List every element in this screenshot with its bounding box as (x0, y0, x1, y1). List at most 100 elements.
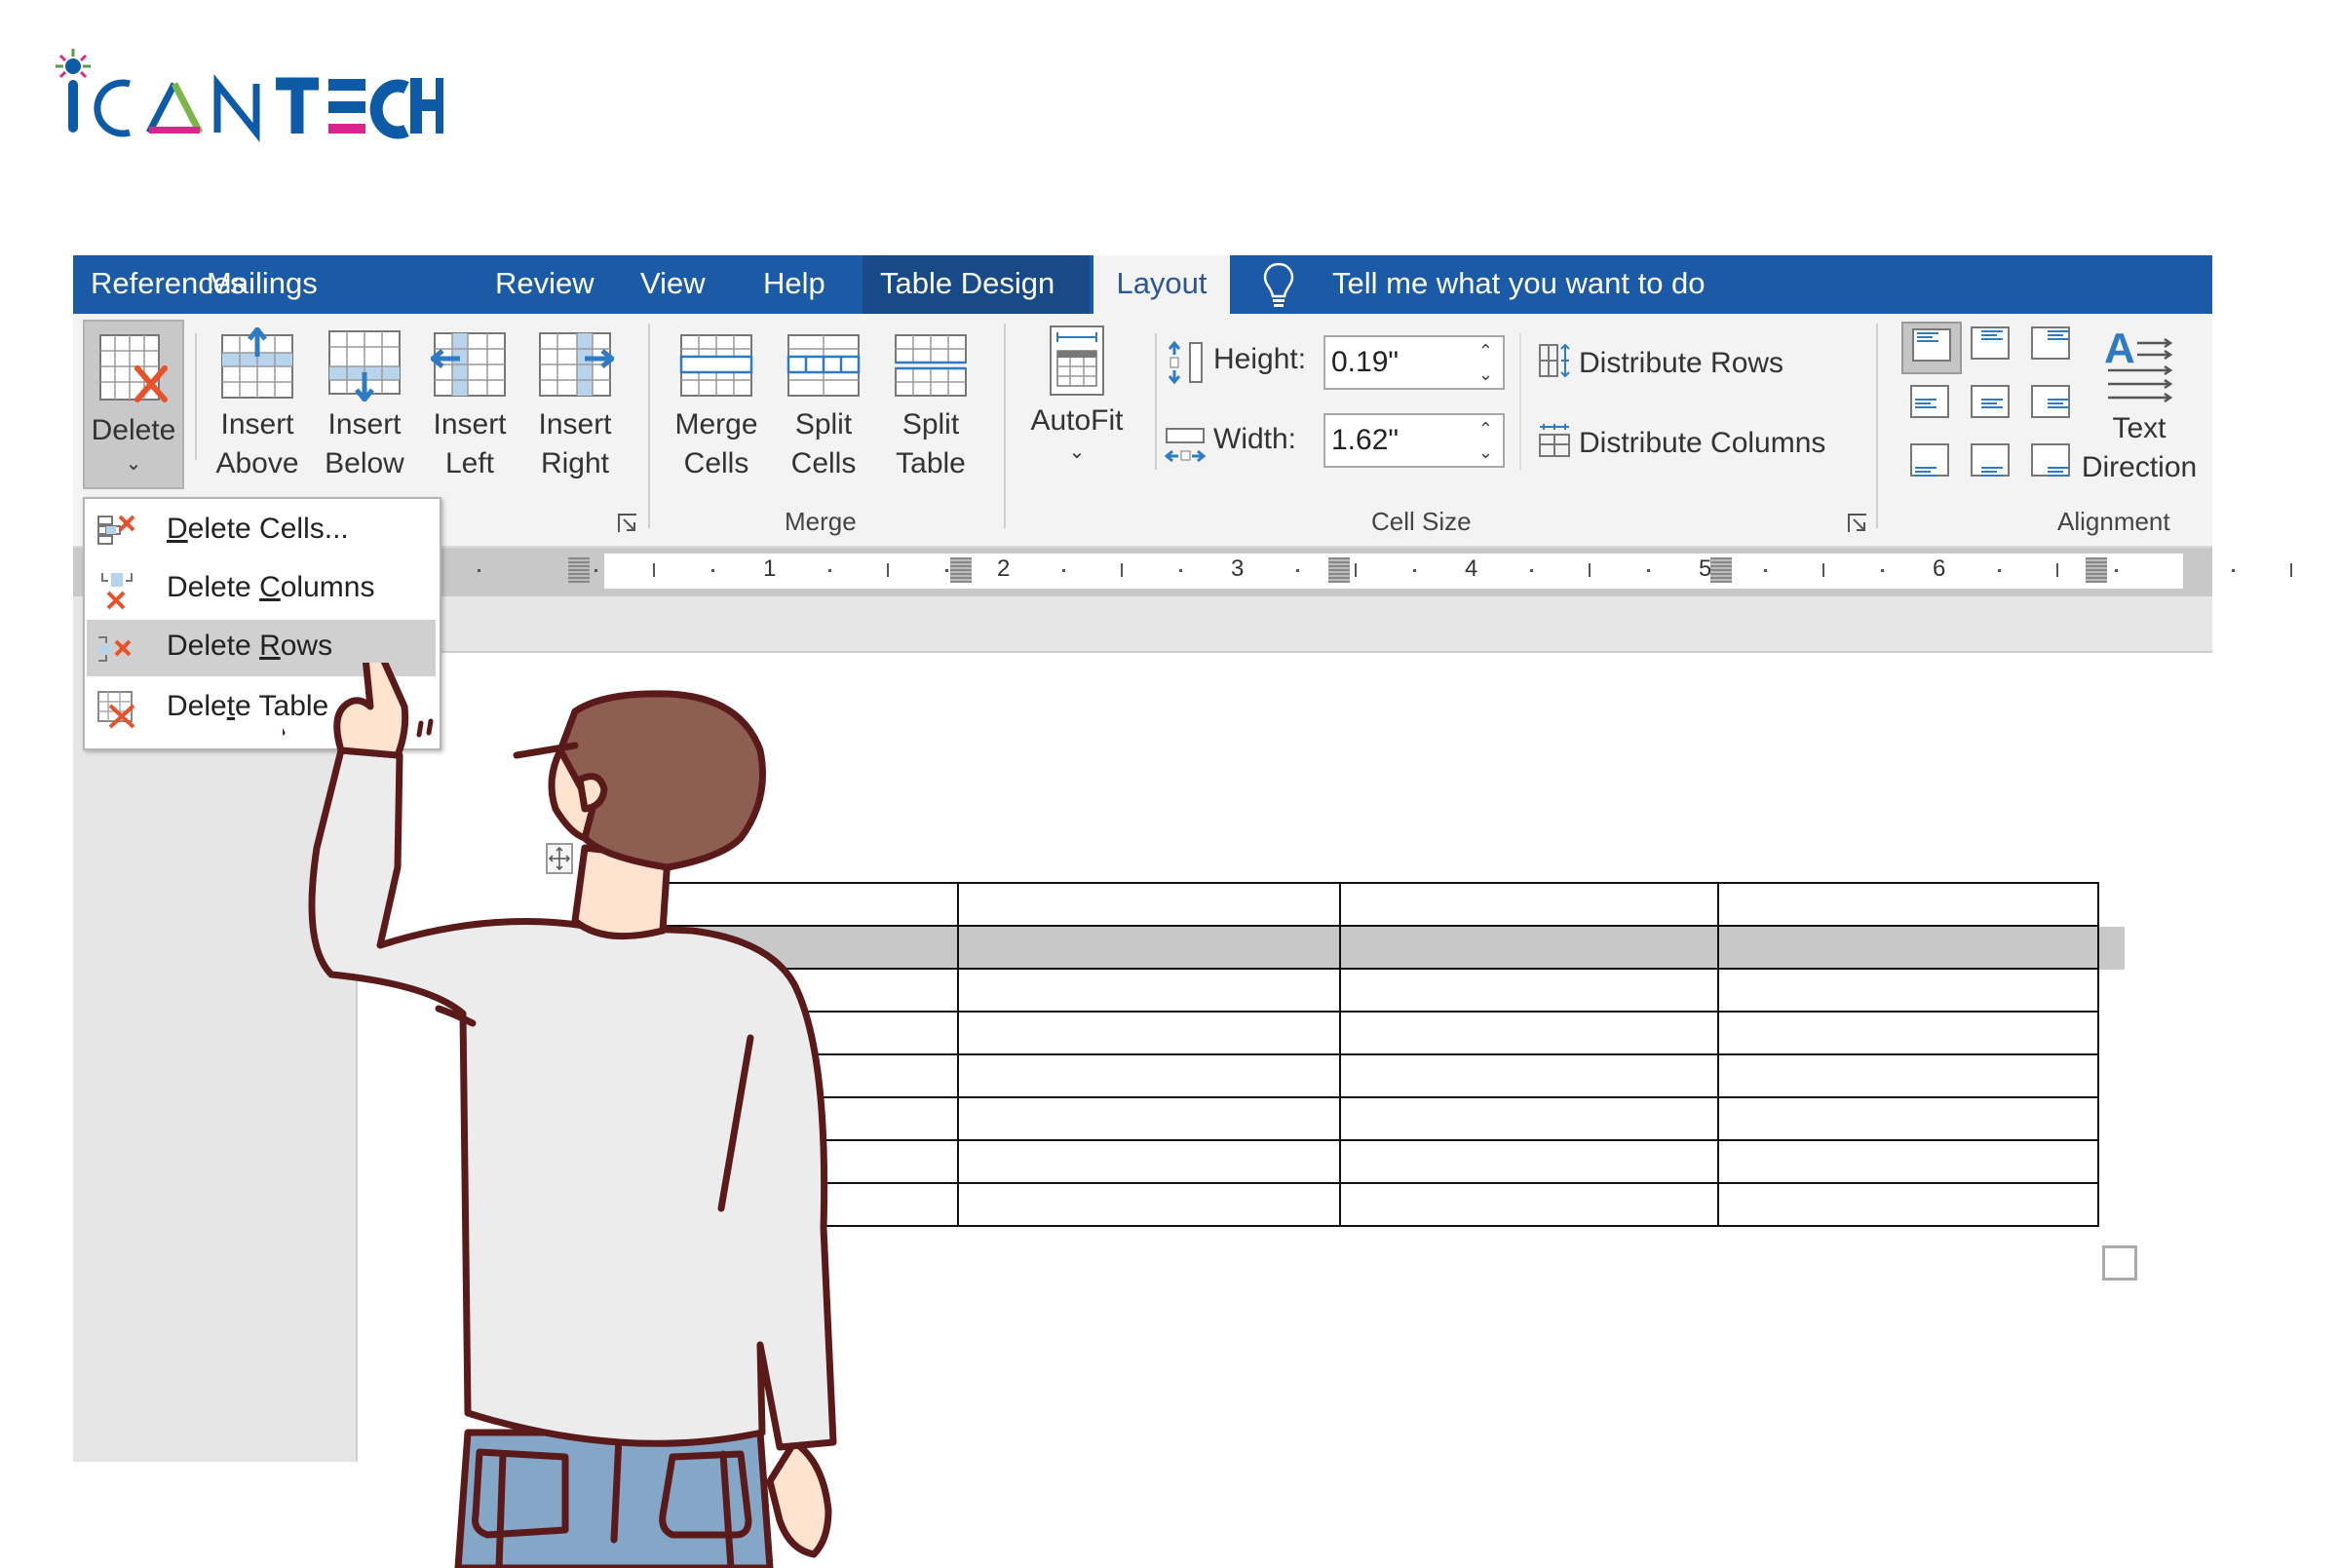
chevron-down-icon: ⌄ (1068, 441, 1086, 463)
align-bottom-left-button[interactable] (1901, 439, 1962, 491)
ruler-number: 4 (1465, 555, 1478, 582)
table-cell[interactable] (1339, 925, 1719, 970)
insert-right-button[interactable]: Insert Right (527, 327, 623, 483)
table-cell[interactable] (1339, 1096, 1719, 1141)
chevron-down-icon: ⌄ (125, 453, 142, 475)
distribute-rows-button[interactable]: Distribute Rows (1538, 343, 1783, 380)
ruler-number: 2 (997, 555, 1011, 582)
column-marker[interactable] (2086, 557, 2107, 583)
lightbulb-icon (1263, 262, 1294, 307)
insert-right-label-1: Insert (538, 408, 612, 440)
autofit-button[interactable]: AutoFit ⌄ (1023, 324, 1131, 464)
merge-cells-button[interactable]: Merge Cells (668, 327, 765, 483)
table-cell[interactable] (1339, 1139, 1719, 1184)
table-cell[interactable] (1717, 1096, 2099, 1141)
person-pointing-illustration (283, 663, 837, 1568)
table-cell[interactable] (1339, 968, 1719, 1013)
table-cell[interactable] (957, 1182, 1341, 1227)
tab-mailings[interactable]: Mailings (189, 255, 335, 314)
align-top-center-icon (1971, 326, 2010, 360)
split-table-button[interactable]: Split Table (882, 327, 979, 483)
height-value: 0.19" (1331, 346, 1400, 378)
menu-item-delete-columns[interactable]: Delete Columns (87, 561, 436, 618)
tab-view[interactable]: View (623, 255, 723, 314)
column-marker[interactable] (1710, 557, 1732, 583)
distribute-columns-label: Distribute Columns (1579, 427, 1826, 459)
spin-up-icon[interactable]: ⌃ (1478, 417, 1493, 440)
ruler-tick (1589, 563, 1591, 577)
table-cell[interactable] (1717, 1053, 2099, 1098)
align-middle-center-icon (1971, 385, 2010, 418)
tab-review[interactable]: Review (478, 255, 612, 314)
table-cell[interactable] (1339, 882, 1719, 927)
split-cells-button[interactable]: Split Cells (775, 327, 872, 483)
width-input[interactable]: 1.62" ⌃ ⌄ (1323, 413, 1505, 468)
distribute-rows-label: Distribute Rows (1579, 347, 1784, 379)
table-cell[interactable] (957, 1139, 1341, 1184)
spin-down-icon[interactable]: ⌄ (1478, 440, 1493, 464)
ruler-tick (945, 569, 948, 572)
table-cell[interactable] (1339, 1053, 1719, 1098)
table-cell[interactable] (957, 1011, 1341, 1055)
column-marker[interactable] (568, 557, 590, 583)
text-direction-button[interactable]: A Text Direction (2066, 324, 2212, 487)
table-cell[interactable] (1717, 968, 2099, 1013)
table-cell[interactable] (957, 968, 1341, 1013)
svg-text:A: A (2104, 325, 2135, 372)
table-cell[interactable] (957, 925, 1341, 970)
spin-up-icon[interactable]: ⌃ (1478, 339, 1493, 363)
table-cell[interactable] (1717, 1139, 2099, 1184)
split-table-label-1: Split (901, 408, 960, 440)
table-cell[interactable] (1339, 1011, 1719, 1055)
split-cells-icon (786, 334, 861, 397)
ican-tech-logo (56, 49, 443, 142)
table-cell[interactable] (1339, 1182, 1719, 1227)
tab-table-design[interactable]: Table Design (863, 255, 1090, 314)
insert-right-label-2: Right (540, 447, 610, 479)
align-bottom-center-button[interactable] (1962, 439, 2022, 491)
table-resize-handle[interactable] (2102, 1245, 2137, 1281)
tab-help[interactable]: Help (746, 255, 843, 314)
table-cell[interactable] (1717, 1182, 2099, 1227)
autofit-label: AutoFit (1030, 404, 1124, 437)
ruler-tick (1998, 569, 2001, 572)
align-top-left-button[interactable] (1901, 322, 1962, 374)
align-middle-left-icon (1910, 385, 1949, 418)
align-middle-center-button[interactable] (1962, 380, 2022, 433)
insert-above-button[interactable]: Insert Above (210, 327, 305, 483)
column-marker[interactable] (950, 557, 972, 583)
spin-down-icon[interactable]: ⌄ (1478, 363, 1493, 386)
ruler-tick (711, 569, 714, 572)
menu-item-delete-cells[interactable]: Delete Cells... (87, 503, 436, 559)
table-cell[interactable] (1717, 882, 2099, 927)
height-input[interactable]: 0.19" ⌃ ⌄ (1323, 335, 1505, 390)
table-cell[interactable] (957, 1096, 1341, 1141)
lightbulb-rays-icon (56, 49, 91, 133)
align-top-left-icon (1912, 328, 1951, 362)
table-cell[interactable] (957, 1053, 1341, 1098)
ruler-tick (1296, 569, 1299, 572)
table-cell[interactable] (957, 882, 1341, 927)
dialog-launcher-icon[interactable] (1847, 513, 1868, 534)
distribute-rows-icon (1539, 343, 1570, 378)
dialog-launcher-icon[interactable] (617, 513, 638, 534)
delete-button[interactable]: Delete ⌄ (83, 320, 184, 489)
insert-left-label-1: Insert (433, 408, 507, 440)
table-cell[interactable] (1717, 925, 2099, 970)
insert-left-button[interactable]: Insert Left (422, 327, 518, 483)
text-direction-label-1: Text (2112, 412, 2166, 444)
table-cell[interactable] (1717, 1011, 2099, 1055)
insert-below-button[interactable]: Insert Below (317, 327, 412, 483)
align-top-center-button[interactable] (1962, 322, 2022, 374)
tell-me-search[interactable]: Tell me what you want to do (1332, 255, 1706, 314)
column-marker[interactable] (1328, 557, 1350, 583)
split-table-label-2: Table (896, 447, 966, 479)
align-middle-left-button[interactable] (1901, 380, 1962, 433)
ruler-tick (1530, 569, 1533, 572)
distribute-columns-button[interactable]: Distribute Columns (1538, 423, 1825, 460)
alignment-group-label: Alignment (2057, 507, 2170, 536)
split-cells-label-2: Cells (790, 447, 857, 479)
ruler-tick (1121, 563, 1123, 577)
tab-layout[interactable]: Layout (1093, 255, 1230, 314)
ruler-number: 6 (1933, 555, 1946, 582)
